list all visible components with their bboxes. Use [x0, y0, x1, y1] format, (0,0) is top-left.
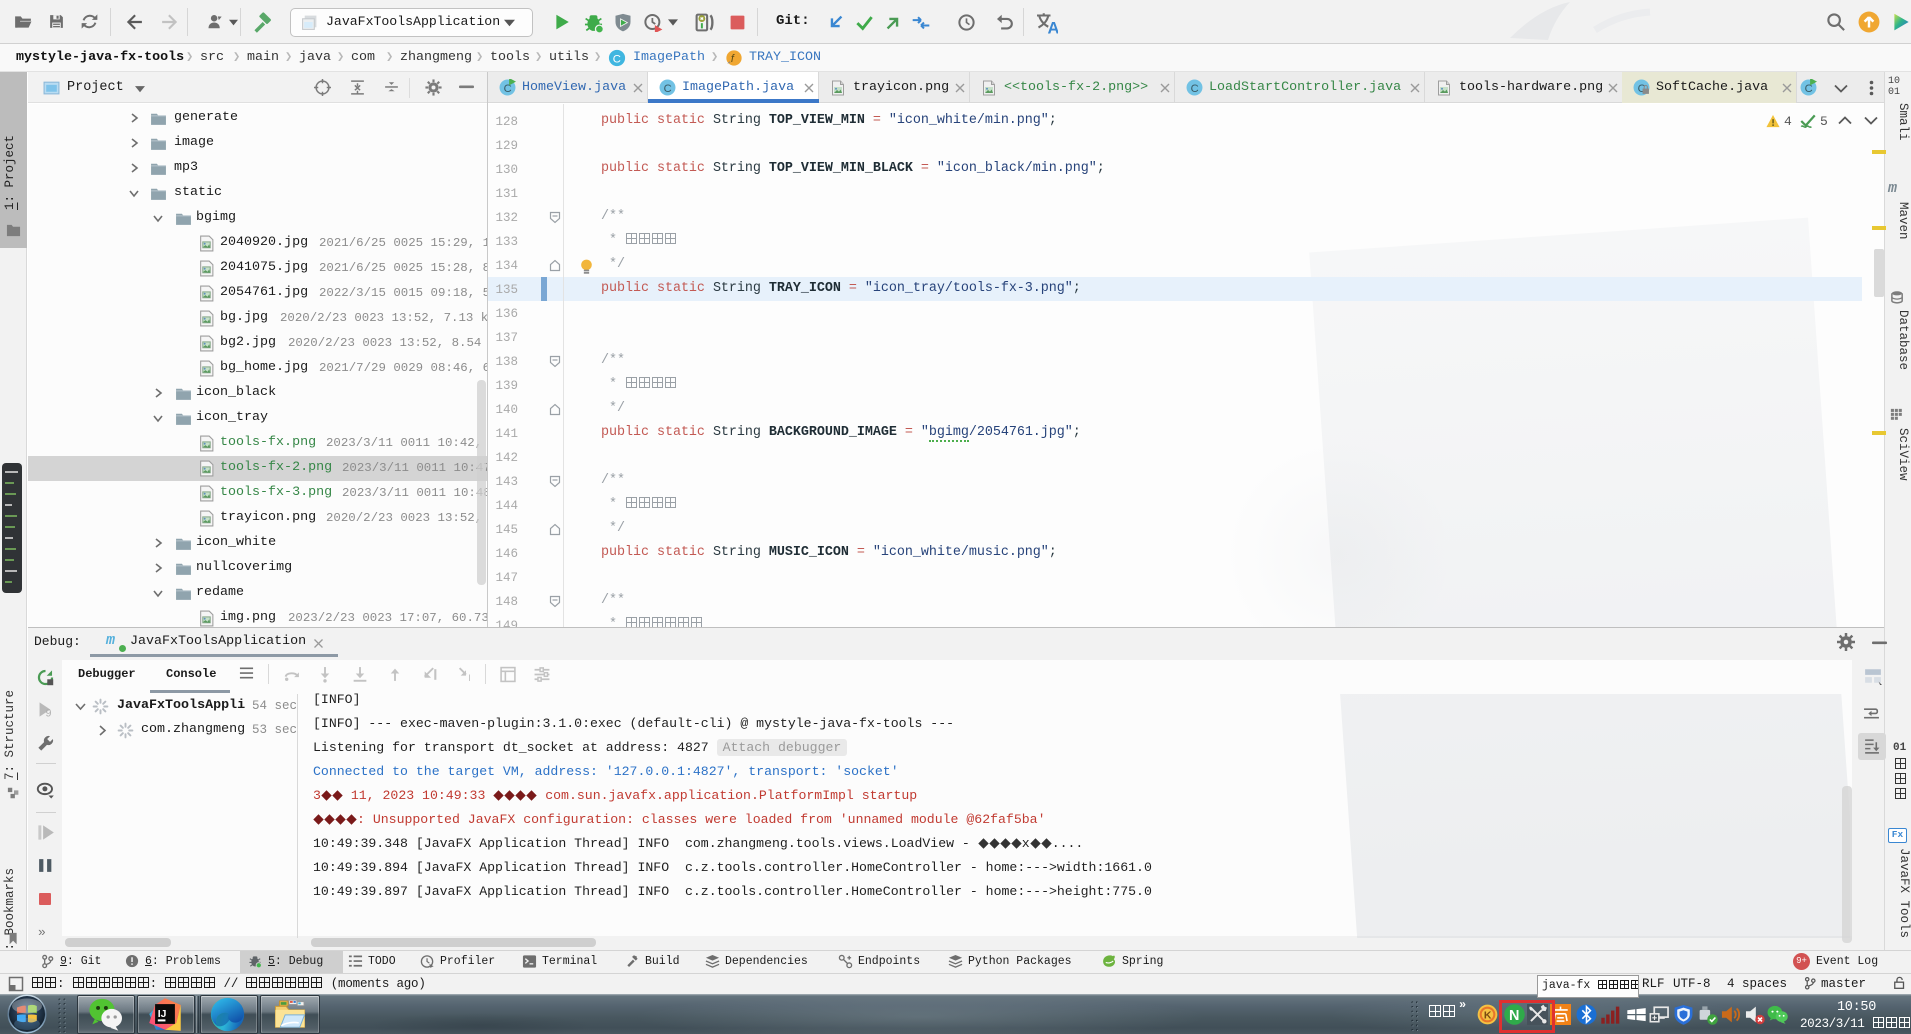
- svg-text:K: K: [1484, 1009, 1492, 1021]
- svg-text:C: C: [1191, 83, 1199, 95]
- svg-text:A: A: [1048, 20, 1059, 36]
- svg-text:C: C: [613, 54, 621, 66]
- svg-text:IJ: IJ: [158, 1009, 167, 1020]
- svg-text:9: 9: [46, 708, 52, 719]
- svg-text:I: I: [468, 673, 471, 683]
- svg-text:C: C: [664, 83, 672, 95]
